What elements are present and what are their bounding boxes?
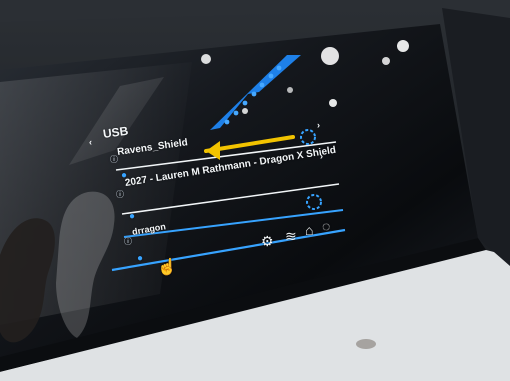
back-chevron-icon[interactable]: ‹ [89,138,92,147]
ceiling-light-1 [201,54,211,64]
blue-light-dot-2 [268,73,274,79]
ceiling-light-4 [382,57,390,65]
blue-light-dot-6 [233,110,239,116]
file-info-icon-1: ⓘ [110,155,118,164]
file-info-icon-3: ⓘ [124,237,132,246]
blue-light-dot-5 [242,100,248,106]
ceiling-light-6 [242,108,248,114]
file-info-icon-2: ⓘ [116,190,124,199]
ceiling-light-7 [287,87,293,93]
blue-light-dot-1 [276,65,282,71]
ceiling-light-3 [397,40,409,52]
lightbulb-icon[interactable]: ◌ [322,219,330,233]
printer-display-bezel [0,0,510,381]
home-icon[interactable]: ⌂ [305,223,313,237]
next-chevron-icon-1[interactable]: › [317,121,320,130]
layers-icon[interactable]: ≋ [285,229,297,243]
next-chevron-icon-2[interactable]: › [320,152,323,161]
table-smudge [356,339,376,349]
blue-light-dot-4 [251,91,257,97]
printer-photo: ‹ USB ⓘ Ravens_Shield ● › ⓘ 2027 - Laure… [0,0,510,381]
ceiling-light-5 [329,99,337,107]
droplet-icon-3: ● [137,253,144,264]
blue-light-dot-7 [224,119,230,125]
blue-light-dot-3 [259,82,265,88]
gear-icon[interactable]: ⚙ [261,234,274,248]
droplet-icon-2: ● [129,211,136,222]
ceiling-light-2 [321,47,339,65]
cursor-icon: ☝ [157,259,177,276]
